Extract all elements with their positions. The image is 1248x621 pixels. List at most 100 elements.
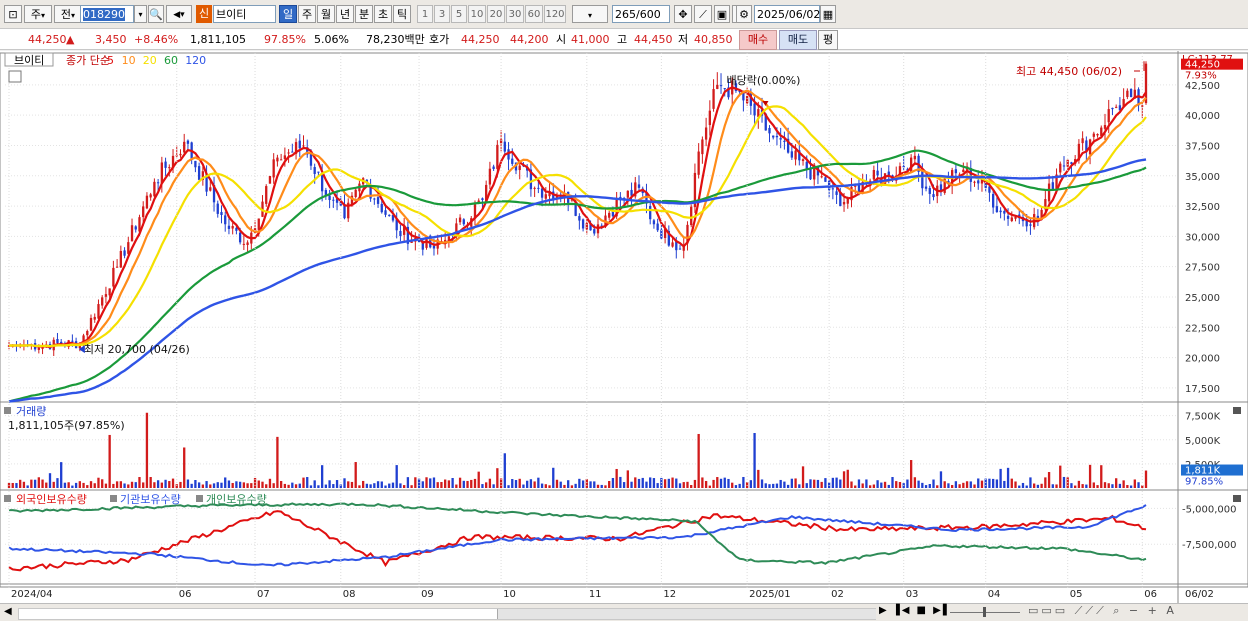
volume-bar [995, 479, 999, 488]
minute-option-1[interactable]: 3 [434, 5, 450, 23]
volume-bar [921, 482, 924, 488]
flow-pane-marker [4, 495, 11, 502]
eval-button[interactable]: 평 [818, 30, 838, 50]
x-tick-label: 10 [503, 589, 516, 600]
candle-body [115, 266, 119, 268]
candle-body [779, 138, 782, 140]
candle-body [298, 140, 301, 149]
volume-bar [786, 484, 790, 488]
scroll-right-icon[interactable]: ▶ [879, 605, 887, 616]
volume-bar [1122, 480, 1125, 488]
current-price: 44,250 [28, 33, 67, 46]
period-tab-6[interactable]: 틱 [393, 5, 411, 23]
bottom-bar: ◀ ▶ ▐◀ ■ ▶▌ ▭▭▭ ⟋⟋⟋ ⌕ − + A [0, 603, 1248, 621]
speaker-icon[interactable]: ◀▾ [166, 5, 192, 23]
volume-bar [645, 481, 648, 488]
period-tab-3[interactable]: 년 [336, 5, 354, 23]
volume-bar [637, 478, 641, 488]
volume-bar [22, 481, 26, 488]
stock-chart[interactable]: 42,500 40,000 37,500 35,000 32,500 30,000 27,5… [0, 51, 1248, 603]
legend-name: 브이티 [14, 54, 44, 67]
calendar-icon[interactable]: ▦ [820, 5, 836, 23]
candle-body [272, 159, 275, 178]
playback-controls[interactable]: ▐◀ ■ ▶▌ [892, 605, 953, 616]
view-tools-icon[interactable]: ▭▭▭ ⟋⟋⟋ ⌕ − + A [1028, 604, 1177, 618]
sell-button[interactable]: 매도 [779, 30, 817, 50]
volume-bar [250, 483, 253, 488]
flow-legend-marker-3 [196, 495, 203, 502]
draw-line-icon[interactable]: ⟋ [694, 5, 712, 23]
scroll-left-icon[interactable]: ◀ [4, 606, 12, 617]
volume-bar [876, 480, 879, 488]
volume-bar [727, 478, 730, 488]
date-field[interactable]: 2025/06/02 [754, 5, 820, 23]
scrollbar-track[interactable] [18, 608, 876, 620]
volume-bar [138, 477, 141, 488]
period-tab-5[interactable]: 초 [374, 5, 392, 23]
candle-body [1081, 138, 1084, 144]
volume-bar [1100, 465, 1103, 488]
chevron-down-icon: ▾ [41, 11, 46, 20]
volume-bar [831, 477, 835, 488]
minute-option-4[interactable]: 20 [487, 5, 505, 23]
code-dropdown-icon[interactable]: ▾ [134, 5, 147, 23]
minute-option-0[interactable]: 1 [417, 5, 433, 23]
candle-body [220, 212, 223, 215]
candle-body [1096, 133, 1099, 136]
period-tab-4[interactable]: 분 [355, 5, 373, 23]
minute-option-2[interactable]: 5 [451, 5, 467, 23]
volume-bar [399, 483, 402, 488]
volume-bar [1092, 482, 1095, 488]
volume-bar [1074, 485, 1077, 488]
code-input[interactable]: 018290 [80, 5, 134, 23]
count-field[interactable]: 265/600 [612, 5, 670, 23]
chart-area[interactable]: 42,500 40,000 37,500 35,000 32,500 30,000 27,5… [0, 51, 1248, 603]
volume-bar [909, 460, 913, 488]
volume-bar [317, 485, 320, 488]
volume-bar [149, 477, 152, 488]
buy-button[interactable]: 매수 [739, 30, 777, 50]
minute-option-7[interactable]: 120 [544, 5, 566, 23]
volume-bar [209, 484, 212, 488]
volume-bar [1010, 478, 1013, 488]
prev-select[interactable]: 전▾ [54, 5, 82, 23]
period-tab-0[interactable]: 일 [279, 5, 297, 23]
minute-select[interactable]: ▾ [572, 5, 608, 23]
bid-label: 호가 [429, 33, 450, 46]
crosshair-icon[interactable]: ✥ [674, 5, 692, 23]
volume-bar [414, 477, 417, 488]
gear-icon[interactable]: ⚙ [736, 5, 752, 23]
volume-bar [276, 436, 279, 488]
volume-bar [186, 479, 190, 488]
candle-body [842, 201, 846, 205]
search-icon[interactable]: 🔍 [148, 5, 164, 23]
minute-option-6[interactable]: 60 [525, 5, 543, 23]
candle-body [287, 152, 290, 154]
save-icon[interactable]: ▣ [714, 5, 730, 23]
last-date-label: 06/02 [1185, 589, 1214, 600]
zoom-handle[interactable] [983, 607, 986, 617]
minute-option-5[interactable]: 30 [506, 5, 524, 23]
minute-option-3[interactable]: 10 [468, 5, 486, 23]
volume-bar [440, 482, 443, 488]
layout-icon[interactable]: ⊡ [4, 5, 22, 23]
volume-bar [481, 484, 484, 488]
volume-bar [898, 482, 902, 488]
flow-legend-indiv: 개인보유수량 [206, 493, 267, 506]
volume-bar [429, 478, 432, 488]
period-tab-1[interactable]: 주 [298, 5, 316, 23]
volume-bar [622, 482, 626, 488]
candle-body [235, 227, 238, 231]
volume-bar [768, 484, 771, 488]
candle-body [462, 219, 465, 225]
stock-name-field[interactable]: 브이티 [213, 5, 276, 23]
scrollbar-thumb[interactable] [497, 609, 876, 619]
market-select[interactable]: 주▾ [24, 5, 52, 23]
volume-bar [145, 412, 149, 488]
candle-body [518, 165, 521, 171]
volume-bar [462, 480, 465, 488]
volume-bar [350, 481, 354, 488]
period-tab-2[interactable]: 월 [317, 5, 335, 23]
candle-body [238, 232, 242, 243]
volume-bar [581, 480, 585, 488]
